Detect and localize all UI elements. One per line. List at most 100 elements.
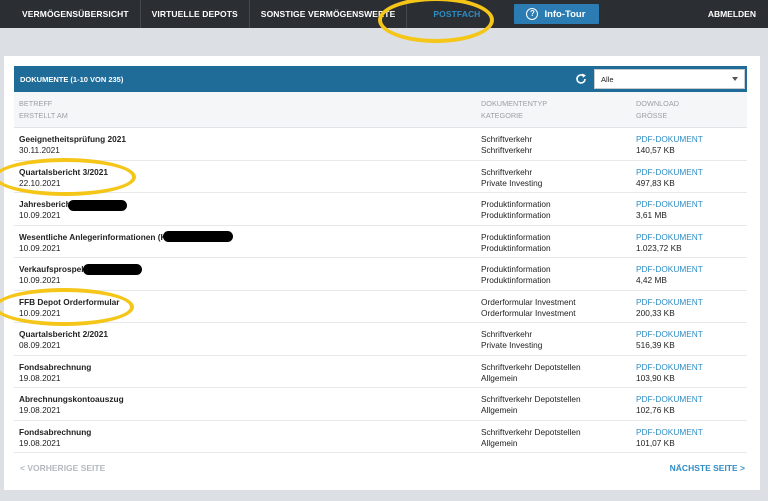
header-betreff[interactable]: BETREFF ERSTELLT AM [19, 98, 68, 122]
table-row[interactable]: Fondsabrechnung 19.08.2021 Schriftverkehr … [14, 356, 747, 388]
info-tour-button[interactable]: ? Info-Tour [514, 4, 600, 24]
nav-vermoegensuebersicht[interactable]: VERMÖGENSÜBERSICHT [0, 0, 140, 28]
previous-page-link[interactable]: < VORHERIGE SEITE [20, 463, 105, 473]
filter-value: Alle [601, 74, 614, 84]
document-date: 08.09.2021 [19, 340, 61, 350]
table-row[interactable]: Abrechnungskontoauszug 19.08.2021 Schriftv… [14, 388, 747, 421]
pdf-download-link[interactable]: PDF-DOKUMENT [636, 134, 703, 145]
redaction-mark [68, 200, 127, 211]
document-type: Orderformular Investment [481, 296, 576, 307]
document-subject[interactable]: Geeignetheitsprüfung 2021 [19, 134, 126, 145]
table-row[interactable]: Geeignetheitsprüfung 2021 30.11.2021 Schri… [14, 128, 747, 161]
pdf-download-link[interactable]: PDF-DOKUMENT [636, 394, 703, 405]
table-row[interactable]: Wesentliche Anlegerinformationen (KIID) 1… [14, 226, 747, 258]
highlight-annotation [0, 158, 136, 196]
redaction-mark [163, 231, 233, 242]
document-download-cell: PDF-DOKUMENT 103,90 KB [636, 362, 703, 384]
pdf-download-link[interactable]: PDF-DOKUMENT [636, 297, 703, 308]
panel-title: DOKUMENTE (1-10 VON 235) [20, 74, 124, 84]
pdf-download-link[interactable]: PDF-DOKUMENT [636, 264, 703, 275]
next-page-link[interactable]: NÄCHSTE SEITE > [670, 463, 745, 473]
document-size: 103,90 KB [636, 372, 675, 383]
table-row[interactable]: Fondsabrechnung 19.08.2021 Schriftverkehr … [14, 421, 747, 453]
document-type-cell: Schriftverkehr Schriftverkehr [481, 134, 532, 156]
category-filter-select[interactable]: Alle [594, 69, 745, 89]
pagination: < VORHERIGE SEITE NÄCHSTE SEITE > [14, 458, 747, 478]
document-type-cell: Produktinformation Produktinformation [481, 264, 551, 286]
header-dokumententyp[interactable]: DOKUMENTENTYP KATEGORIE [481, 98, 547, 122]
document-size: 497,83 KB [636, 177, 675, 188]
document-size: 1.023,72 KB [636, 242, 682, 253]
document-size: 140,57 KB [636, 145, 675, 155]
document-size: 3,61 MB [636, 210, 667, 220]
table-row[interactable]: Quartalsbericht 2/2021 08.09.2021 Schriftv… [14, 323, 747, 356]
document-download-cell: PDF-DOKUMENT 3,61 MB [636, 199, 703, 221]
pdf-download-link[interactable]: PDF-DOKUMENT [636, 329, 703, 340]
pdf-download-link[interactable]: PDF-DOKUMENT [636, 362, 703, 373]
redaction-mark [83, 264, 142, 275]
document-subject-cell: Jahresbericht 10.09.2021 [19, 199, 73, 221]
document-size: 516,39 KB [636, 340, 675, 350]
document-subject[interactable]: Jahresbericht [19, 199, 73, 210]
document-type: Schriftverkehr [481, 329, 533, 339]
document-category: Allgemein [481, 372, 518, 383]
document-subject[interactable]: Fondsabrechnung [19, 427, 91, 438]
document-type: Schriftverkehr Depotstellen [481, 426, 581, 437]
document-type-cell: Schriftverkehr Depotstellen Allgemein [481, 394, 581, 416]
document-subject[interactable]: Quartalsbericht 2/2021 [19, 329, 108, 340]
pdf-download-link[interactable]: PDF-DOKUMENT [636, 427, 703, 438]
document-category: Produktinformation [481, 242, 551, 253]
document-type-cell: Schriftverkehr Private Investing [481, 329, 542, 351]
document-subject-cell: Fondsabrechnung 19.08.2021 [19, 427, 91, 449]
pdf-download-link[interactable]: PDF-DOKUMENT [636, 232, 703, 243]
document-date: 10.09.2021 [19, 275, 61, 285]
document-type: Produktinformation [481, 264, 551, 274]
document-date: 19.08.2021 [19, 372, 61, 383]
document-type-cell: Schriftverkehr Depotstellen Allgemein [481, 427, 581, 449]
document-download-cell: PDF-DOKUMENT 4,42 MB [636, 264, 703, 286]
document-size: 200,33 KB [636, 307, 675, 318]
document-download-cell: PDF-DOKUMENT 140,57 KB [636, 134, 703, 156]
document-subject[interactable]: Abrechnungskontoauszug [19, 394, 124, 405]
document-download-cell: PDF-DOKUMENT 516,39 KB [636, 329, 703, 351]
document-type-cell: Schriftverkehr Depotstellen Allgemein [481, 362, 581, 384]
document-date: 10.09.2021 [19, 210, 61, 220]
nav-virtuelle-depots[interactable]: VIRTUELLE DEPOTS [141, 0, 249, 28]
table-header: BETREFF ERSTELLT AM DOKUMENTENTYP KATEGO… [14, 92, 747, 128]
pdf-download-link[interactable]: PDF-DOKUMENT [636, 167, 703, 178]
document-size: 4,42 MB [636, 275, 667, 285]
document-category: Allgemein [481, 437, 518, 448]
info-tour-label: Info-Tour [544, 8, 586, 20]
document-subject-cell: Geeignetheitsprüfung 2021 30.11.2021 [19, 134, 126, 156]
document-category: Produktinformation [481, 275, 551, 285]
document-subject-cell: Quartalsbericht 2/2021 08.09.2021 [19, 329, 108, 351]
document-subject[interactable]: Verkaufsprospekt [19, 264, 89, 275]
document-category: Produktinformation [481, 210, 551, 220]
document-download-cell: PDF-DOKUMENT 1.023,72 KB [636, 232, 703, 254]
document-date: 10.09.2021 [19, 242, 61, 253]
document-type-cell: Produktinformation Produktinformation [481, 199, 551, 221]
chevron-down-icon [732, 77, 738, 81]
question-icon: ? [526, 8, 539, 20]
document-subject-cell: Verkaufsprospekt 10.09.2021 [19, 264, 89, 286]
document-type-cell: Produktinformation Produktinformation [481, 232, 551, 254]
document-category: Orderformular Investment [481, 307, 576, 318]
document-subject-cell: Fondsabrechnung 19.08.2021 [19, 362, 91, 384]
refresh-icon[interactable] [574, 72, 588, 86]
document-type: Produktinformation [481, 231, 551, 242]
document-type: Schriftverkehr [481, 166, 533, 177]
document-subject[interactable]: Wesentliche Anlegerinformationen (KIID) [19, 232, 180, 243]
logout-link[interactable]: ABMELDEN [708, 0, 756, 28]
document-download-cell: PDF-DOKUMENT 101,07 KB [636, 427, 703, 449]
header-download[interactable]: DOWNLOAD GRÖSSE [636, 98, 679, 122]
document-size: 102,76 KB [636, 405, 675, 415]
highlight-annotation [0, 288, 134, 326]
document-date: 30.11.2021 [19, 145, 60, 155]
document-date: 19.08.2021 [19, 437, 61, 448]
document-download-cell: PDF-DOKUMENT 200,33 KB [636, 297, 703, 319]
pdf-download-link[interactable]: PDF-DOKUMENT [636, 199, 703, 210]
document-category: Private Investing [481, 177, 543, 188]
document-type: Schriftverkehr [481, 134, 533, 144]
document-type-cell: Schriftverkehr Private Investing [481, 167, 542, 189]
document-subject[interactable]: Fondsabrechnung [19, 362, 91, 373]
